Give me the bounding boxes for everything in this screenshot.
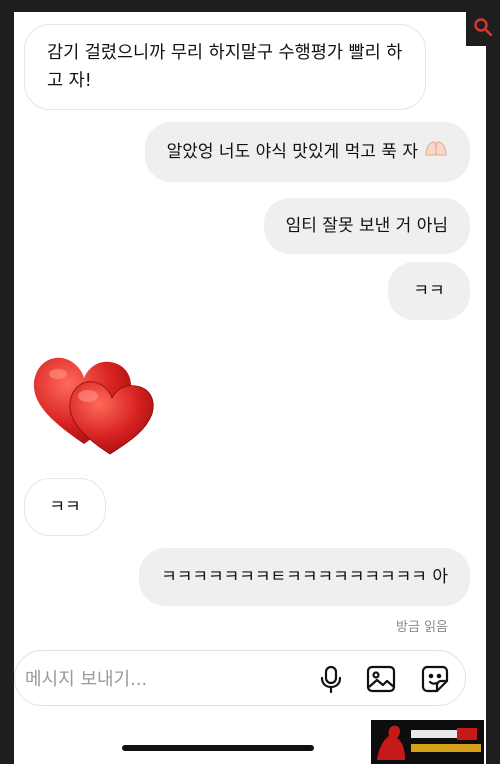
chat-screen: 감기 걸렸으니까 무리 하지말구 수행평가 빨리 하고 자! 알았엉 너도 야식… — [14, 12, 486, 764]
message-composer: 메시지 보내기... — [14, 650, 466, 706]
search-icon — [473, 17, 493, 41]
message-incoming: 감기 걸렸으니까 무리 하지말구 수행평가 빨리 하고 자! — [24, 24, 426, 110]
device-frame-right — [486, 0, 500, 764]
search-button[interactable] — [466, 12, 500, 46]
hearts-sticker — [32, 348, 174, 458]
message-text: ㅋㅋ — [49, 497, 81, 517]
message-text: 감기 걸렸으니까 무리 하지말구 수행평가 빨리 하고 자! — [47, 43, 403, 91]
message-incoming: ㅋㅋ — [24, 478, 106, 536]
home-indicator — [122, 745, 314, 751]
microphone-icon[interactable] — [315, 663, 347, 695]
read-receipt: 방금 읽음 — [396, 620, 448, 635]
message-outgoing: ㅋㅋ — [388, 262, 470, 320]
sticker-icon[interactable] — [419, 663, 451, 695]
message-outgoing: 임티 잘못 보낸 거 아님 — [263, 198, 470, 254]
device-frame-left — [0, 0, 14, 764]
message-text: 임티 잘못 보낸 거 아님 — [285, 216, 448, 236]
message-outgoing: ㅋㅋㅋㅋㅋㅋㅋㅌㅋㅋㅋㅋㅋㅋㅋㅋㅋ 아 — [139, 548, 470, 606]
message-input[interactable]: 메시지 보내기... — [25, 665, 147, 691]
message-text: ㅋㅋㅋㅋㅋㅋㅋㅌㅋㅋㅋㅋㅋㅋㅋㅋㅋ 아 — [161, 567, 448, 587]
message-text: 알았엉 너도 야식 맛있게 먹고 푹 자 — [166, 142, 418, 162]
message-text: ㅋㅋ — [413, 281, 445, 301]
image-icon[interactable] — [365, 663, 397, 695]
watermark-logo — [371, 720, 484, 764]
hands-emoji-icon — [424, 139, 448, 165]
message-outgoing: 알았엉 너도 야식 맛있게 먹고 푹 자 — [144, 122, 470, 182]
device-frame-top — [0, 0, 500, 12]
